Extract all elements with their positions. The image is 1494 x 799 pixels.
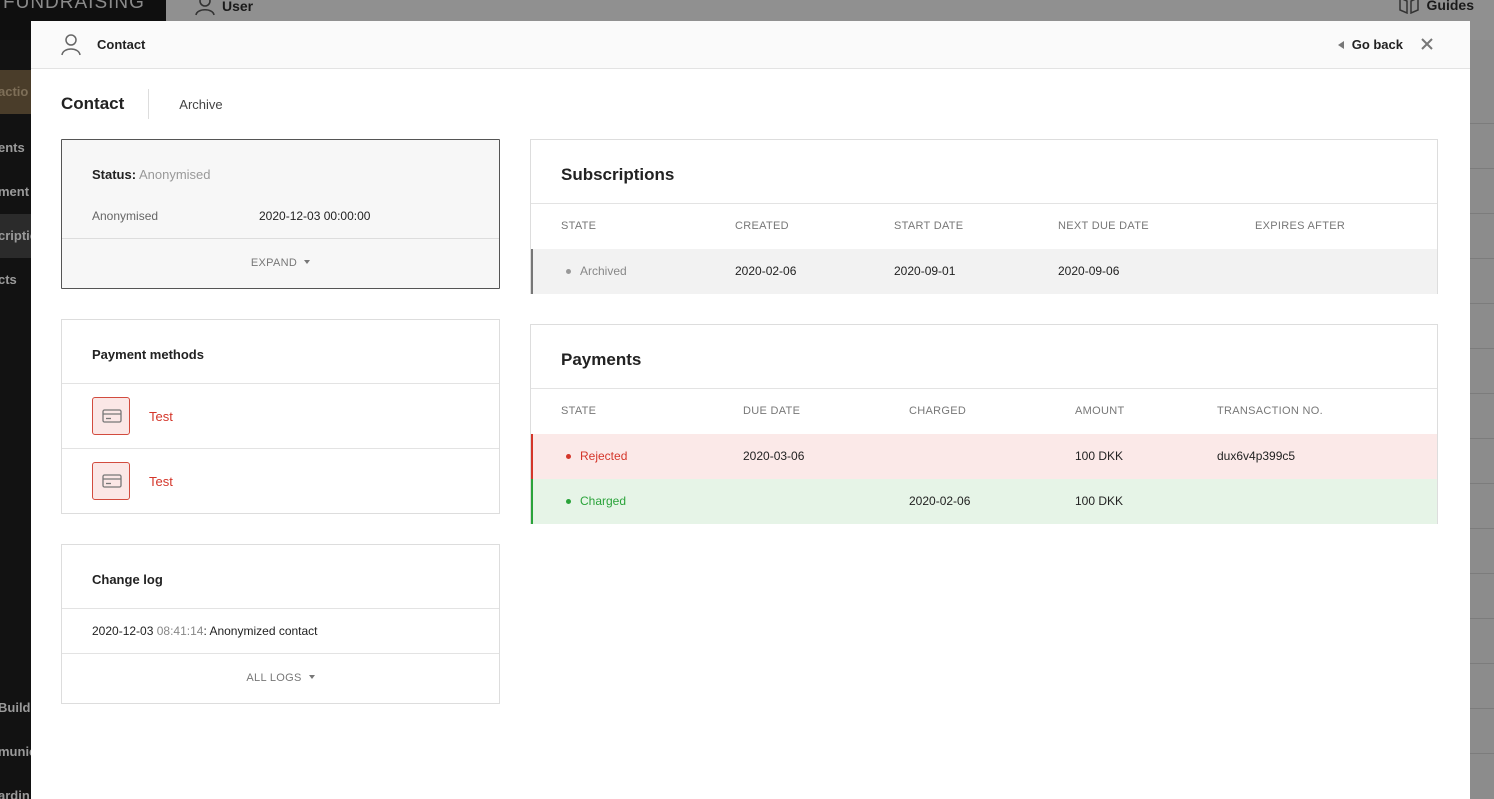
- expand-label: EXPAND: [250, 257, 298, 269]
- subscriptions-title: Subscriptions: [561, 165, 675, 184]
- column-header: NEXT DUE DATE: [1058, 220, 1149, 232]
- column-header: DUE DATE: [743, 405, 801, 417]
- column-header: EXPIRES AFTER: [1255, 220, 1346, 232]
- sidebar-item[interactable]: ardin: [0, 774, 31, 799]
- state-cell: Rejected: [566, 449, 627, 463]
- payment-methods-card: Payment methods Test Test: [61, 319, 500, 514]
- sidebar-item[interactable]: actio: [0, 70, 31, 114]
- table-row[interactable]: Rejected 2020-03-06 100 DKK dux6v4p399c5: [531, 434, 1437, 479]
- status-card: Status: Anonymised Anonymised 2020-12-03…: [61, 139, 500, 289]
- state-cell: Archived: [566, 264, 627, 278]
- state-label: Rejected: [580, 449, 628, 463]
- guides-label: Guides: [1426, 0, 1474, 13]
- due-date-cell: 2020-03-06: [743, 449, 805, 463]
- log-time: 08:41:14: [156, 624, 204, 638]
- modal-header: Contact Go back: [31, 21, 1470, 69]
- column-header: STATE: [561, 405, 597, 417]
- table-row[interactable]: Charged 2020-02-06 100 DKK: [531, 479, 1437, 524]
- divider: [62, 608, 499, 609]
- column-header: STATE: [561, 220, 597, 232]
- status-dot-icon: [566, 453, 571, 459]
- caret-left-icon: [1337, 40, 1344, 49]
- background-list: [1470, 40, 1494, 799]
- divider: [62, 238, 499, 239]
- sidebar-item[interactable]: Build: [0, 686, 31, 730]
- state-cell: Charged: [566, 494, 626, 508]
- all-logs-label: ALL LOGS: [246, 672, 302, 684]
- log-entry: 2020-12-03 08:41:14: Anonymized contact: [92, 624, 318, 638]
- expand-button[interactable]: EXPAND: [62, 257, 499, 269]
- column-header: CHARGED: [909, 405, 967, 417]
- contact-modal: Contact Go back Contact Archive Status: …: [31, 21, 1470, 799]
- caret-down-icon: [304, 260, 311, 265]
- contact-tabs: Contact Archive: [61, 89, 223, 119]
- column-header: START DATE: [894, 220, 964, 232]
- table-row[interactable]: Archived 2020-02-06 2020-09-01 2020-09-0…: [531, 249, 1437, 294]
- amount-cell: 100 DKK: [1075, 449, 1124, 463]
- status-label: Status:: [92, 167, 137, 182]
- go-back-label: Go back: [1351, 37, 1403, 52]
- user-label: User: [222, 0, 254, 14]
- state-label: Charged: [580, 494, 627, 508]
- charged-cell: 2020-02-06: [909, 494, 971, 508]
- change-log-card: Change log 2020-12-03 08:41:14: Anonymiz…: [61, 544, 500, 704]
- caret-down-icon: [308, 675, 315, 680]
- payments-title: Payments: [561, 350, 642, 369]
- transaction-no-cell: dux6v4p399c5: [1217, 449, 1296, 463]
- change-log-title: Change log: [92, 572, 163, 587]
- modal-title: Contact: [97, 37, 146, 52]
- payment-method-item: Test: [62, 448, 499, 513]
- amount-cell: 100 DKK: [1075, 494, 1124, 508]
- go-back-button[interactable]: Go back: [1337, 37, 1403, 52]
- book-icon: [1398, 0, 1419, 14]
- status-dot-icon: [566, 498, 571, 504]
- start-date-cell: 2020-09-01: [894, 264, 956, 278]
- log-date: 2020-12-03: [92, 624, 154, 638]
- anonymised-label: Anonymised: [92, 209, 159, 223]
- close-icon[interactable]: [1418, 35, 1436, 53]
- user-menu[interactable]: User: [194, 0, 253, 16]
- payment-method-link[interactable]: Test: [149, 474, 173, 489]
- tab-contact[interactable]: Contact: [61, 89, 150, 119]
- guides-link[interactable]: Guides: [1398, 0, 1474, 14]
- payments-card: Payments STATE DUE DATE CHARGED AMOUNT T…: [530, 324, 1438, 524]
- table-header: STATE CREATED START DATE NEXT DUE DATE E…: [531, 203, 1437, 249]
- sidebar-item[interactable]: munic: [0, 730, 31, 774]
- next-due-date-cell: 2020-09-06: [1058, 264, 1120, 278]
- log-text: : Anonymized contact: [203, 624, 318, 638]
- anonymised-date: 2020-12-03 00:00:00: [259, 209, 371, 223]
- created-cell: 2020-02-06: [735, 264, 797, 278]
- table-header: STATE DUE DATE CHARGED AMOUNT TRANSACTIO…: [531, 388, 1437, 434]
- column-header: AMOUNT: [1075, 405, 1125, 417]
- divider: [62, 653, 499, 654]
- subscriptions-card: Subscriptions STATE CREATED START DATE N…: [530, 139, 1438, 294]
- payment-method-link[interactable]: Test: [149, 409, 173, 424]
- contact-icon: [61, 34, 81, 56]
- user-icon: [195, 0, 215, 16]
- tab-archive[interactable]: Archive: [149, 97, 222, 112]
- all-logs-button[interactable]: ALL LOGS: [62, 672, 499, 684]
- sidebar-item[interactable]: ents: [0, 126, 31, 170]
- status-line: Status: Anonymised: [92, 167, 211, 182]
- payment-methods-title: Payment methods: [92, 347, 204, 362]
- payment-method-item: Test: [62, 383, 499, 448]
- column-header: TRANSACTION NO.: [1217, 405, 1323, 417]
- sidebar-item[interactable]: criptio: [0, 214, 31, 258]
- column-header: CREATED: [735, 220, 789, 232]
- sidebar-item[interactable]: cts: [0, 258, 31, 302]
- card-icon[interactable]: [92, 397, 130, 435]
- status-dot-icon: [566, 268, 571, 274]
- state-label: Archived: [580, 264, 627, 278]
- sidebar-item[interactable]: ment: [0, 170, 31, 214]
- status-value: Anonymised: [138, 167, 211, 182]
- card-icon[interactable]: [92, 462, 130, 500]
- app-sidebar: actio ents ment criptio cts Build munic …: [0, 40, 31, 799]
